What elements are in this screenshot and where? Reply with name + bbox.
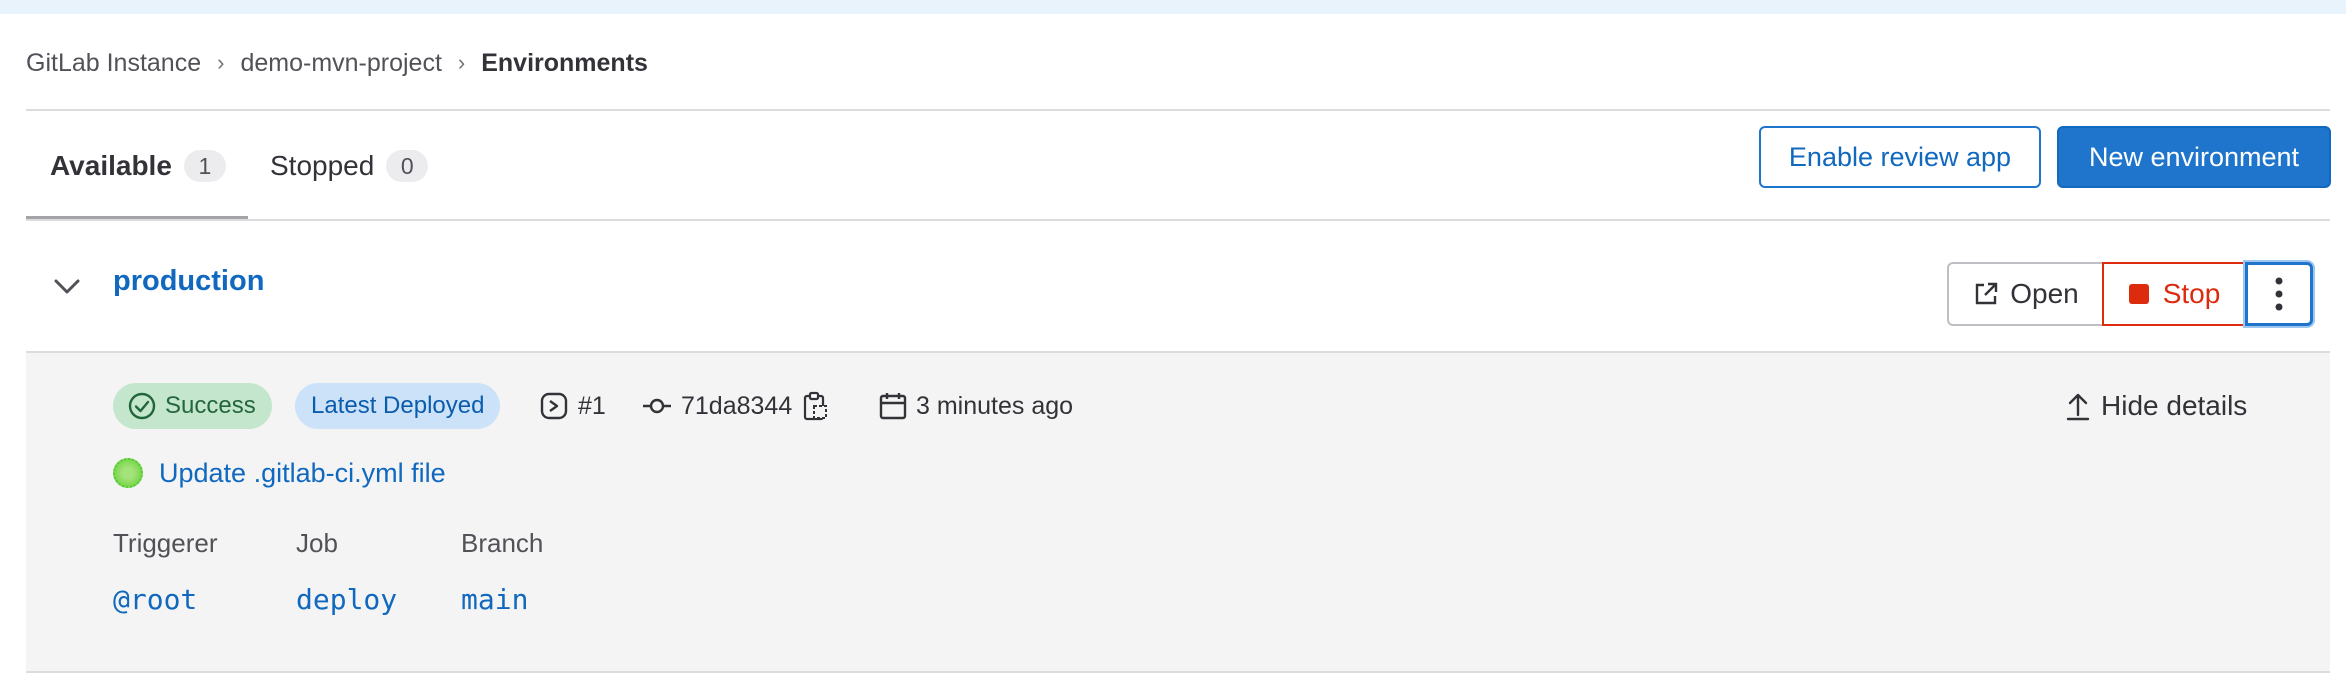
deployment-time: 3 minutes ago <box>878 383 1073 429</box>
chevron-down-icon[interactable] <box>52 271 82 301</box>
breadcrumb-current[interactable]: Environments <box>481 49 648 78</box>
check-circle-icon <box>127 391 157 421</box>
stop-icon <box>2128 284 2149 304</box>
hide-details-button[interactable]: Hide details <box>2065 383 2247 429</box>
time-label: 3 minutes ago <box>916 391 1074 420</box>
external-link-icon <box>1972 280 2000 308</box>
kebab-menu-icon <box>2274 276 2284 312</box>
more-actions-button[interactable] <box>2245 262 2313 326</box>
breadcrumb: GitLab Instance › demo-mvn-project › Env… <box>26 46 648 80</box>
copy-icon[interactable] <box>800 390 830 422</box>
tab-count-badge: 1 <box>183 149 226 182</box>
tab-stopped[interactable]: Stopped 0 <box>270 111 429 220</box>
enable-review-app-button[interactable]: Enable review app <box>1759 126 2041 188</box>
tab-available[interactable]: Available 1 <box>26 111 248 220</box>
deployment-icon <box>538 390 570 422</box>
top-banner <box>0 0 2346 14</box>
commit-icon <box>641 390 673 422</box>
arrow-up-icon <box>2065 391 2091 421</box>
breadcrumb-item-instance[interactable]: GitLab Instance <box>26 49 201 78</box>
chevron-right-icon: › <box>457 50 466 75</box>
tab-count-badge: 0 <box>386 149 429 182</box>
commit-sha-label[interactable]: 71da8344 <box>681 392 792 421</box>
chevron-right-icon: › <box>217 50 225 75</box>
calendar-icon <box>878 391 908 421</box>
status-label: Success <box>165 392 256 419</box>
stop-label: Stop <box>2162 278 2221 309</box>
breadcrumb-item-project[interactable]: demo-mvn-project <box>240 49 441 78</box>
hide-details-label: Hide details <box>2101 390 2248 421</box>
environment-row: production Open Stop <box>26 221 2330 351</box>
environment-actions: Open Stop <box>1947 262 2313 326</box>
status-badge[interactable]: Success <box>113 383 272 429</box>
avatar <box>113 458 143 488</box>
tab-label: Stopped <box>270 149 375 181</box>
deployment-id-label: #1 <box>578 391 606 420</box>
environment-name-link[interactable]: production <box>113 265 264 298</box>
commit-title-link[interactable]: Update .gitlab-ci.yml file <box>159 458 446 489</box>
triggerer-link[interactable]: @root <box>113 583 197 616</box>
open-label: Open <box>2010 278 2079 309</box>
new-environment-button[interactable]: New environment <box>2057 126 2331 188</box>
triggerer-header: Triggerer <box>113 528 218 558</box>
latest-deployed-badge: Latest Deployed <box>295 383 501 429</box>
branch-header: Branch <box>461 528 544 558</box>
commit-sha: 71da8344 <box>641 383 830 429</box>
deployment-details: Success Latest Deployed #1 71da8344 3 mi… <box>26 353 2330 673</box>
open-button[interactable]: Open <box>1947 262 2104 326</box>
branch-link[interactable]: main <box>461 583 528 616</box>
commit-row: Update .gitlab-ci.yml file <box>113 453 446 493</box>
job-link[interactable]: deploy <box>296 583 397 616</box>
stop-button[interactable]: Stop <box>2102 262 2247 326</box>
deployment-id[interactable]: #1 <box>538 383 606 429</box>
job-header: Job <box>296 528 338 558</box>
tab-label: Available <box>50 149 172 181</box>
